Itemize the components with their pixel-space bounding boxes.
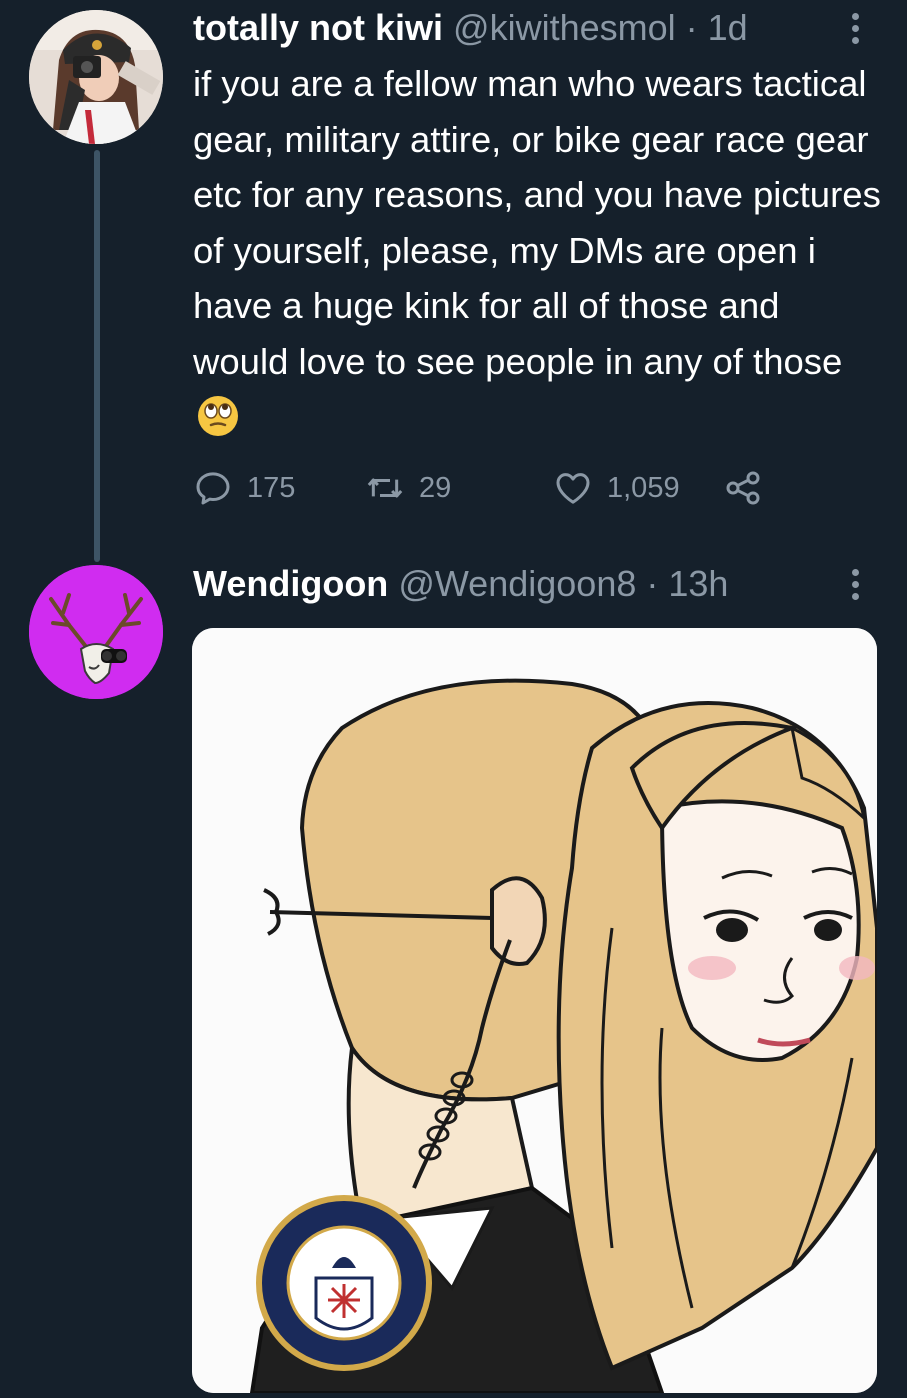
thread-connector-line (94, 150, 100, 562)
retweet-count: 29 (419, 471, 452, 504)
more-dot-icon (851, 24, 859, 32)
separator-dot: · (685, 7, 698, 48)
tweet-header: Wendigoon @Wendigoon8 · 13h (193, 562, 728, 606)
more-dot-icon (851, 580, 859, 588)
retweet-icon (367, 478, 403, 498)
tweet-body: if you are a fellow man who wears tactic… (193, 63, 881, 382)
tweet-actions: 175 29 1,059 (193, 462, 813, 514)
face-with-rolling-eyes-emoji (198, 396, 238, 436)
like-count: 1,059 (607, 471, 680, 504)
more-dot-icon (851, 568, 859, 576)
separator-dot: · (646, 563, 659, 604)
share-icon (726, 471, 760, 505)
meme-illustration (192, 628, 877, 1393)
reply-count: 175 (247, 471, 296, 504)
more-dot-icon (851, 12, 859, 20)
display-name[interactable]: Wendigoon (193, 563, 388, 604)
tweet-text: if you are a fellow man who wears tactic… (193, 56, 883, 445)
more-dot-icon (851, 36, 859, 44)
retweet-button[interactable]: 29 (365, 462, 451, 514)
heart-icon (556, 473, 590, 504)
more-dot-icon (851, 592, 859, 600)
tweet-timestamp[interactable]: 1d (708, 7, 748, 48)
tweet-media-image[interactable] (192, 628, 877, 1393)
reply-icon (196, 472, 230, 505)
avatar-kiwi[interactable] (29, 10, 163, 144)
reply-button[interactable]: 175 (193, 462, 295, 514)
share-button[interactable] (723, 462, 763, 514)
user-handle[interactable]: @Wendigoon8 (398, 563, 636, 604)
display-name[interactable]: totally not kiwi (193, 7, 443, 48)
more-options-button[interactable] (840, 6, 870, 50)
tweet-header: totally not kiwi @kiwithesmol · 1d (193, 6, 748, 50)
tweet-timestamp[interactable]: 13h (668, 563, 728, 604)
like-button[interactable]: 1,059 (553, 462, 680, 514)
deer-skull-icon (29, 565, 163, 699)
avatar-kiwi-image (29, 10, 163, 144)
user-handle[interactable]: @kiwithesmol (453, 7, 676, 48)
avatar-wendigoon[interactable] (29, 565, 163, 699)
more-options-button[interactable] (840, 562, 870, 606)
